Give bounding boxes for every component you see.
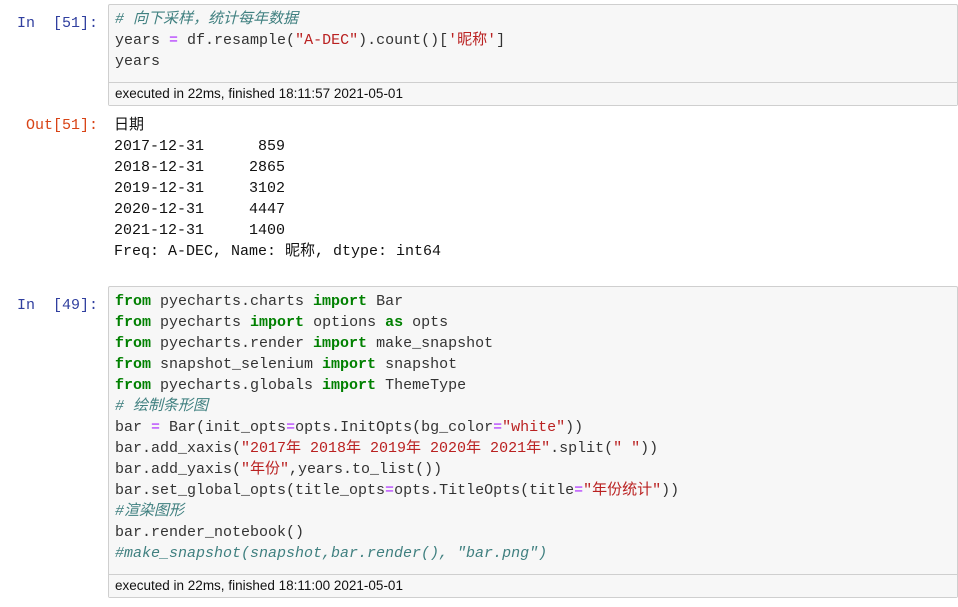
code-token: years <box>115 32 170 49</box>
output-line: Freq: A-DEC, Name: 昵称, dtype: int64 <box>114 243 442 260</box>
code-token: as <box>385 314 404 331</box>
code-token: import <box>322 356 377 373</box>
output-prompt: Out[51]: <box>25 117 98 134</box>
code-line: # 绘制条形图 <box>115 396 679 417</box>
code-line: from pyecharts.render import make_snapsh… <box>115 333 679 354</box>
code-token: opts <box>403 314 449 331</box>
code-token: snapshot_selenium <box>151 356 323 373</box>
code-line: from pyecharts.globals import ThemeType <box>115 375 679 396</box>
code-token: snapshot <box>376 356 458 373</box>
code-token: pyecharts.globals <box>151 377 323 394</box>
code-line: # 向下采样，统计每年数据 <box>115 9 505 30</box>
code-token: years <box>115 53 161 70</box>
cell-output: 日期 2017-12-31 859 2018-12-31 2865 2019-12-3… <box>114 115 441 262</box>
code-token: = <box>169 32 179 49</box>
code-token: Bar(init_opts <box>160 419 287 436</box>
code-token: import <box>313 335 368 352</box>
code-token: from <box>115 293 152 310</box>
code-token: = <box>151 419 161 436</box>
code-token: = <box>574 482 584 499</box>
code-line: bar.add_xaxis("2017年 2018年 2019年 2020年 2… <box>115 438 679 459</box>
code-token: pyecharts.charts <box>151 293 314 310</box>
code-token: ThemeType <box>376 377 467 394</box>
code-token: make_snapshot <box>367 335 494 352</box>
code-token: pyecharts.render <box>151 335 314 352</box>
code-token: opts.TitleOpts(title <box>394 482 575 499</box>
code-editor[interactable]: from pyecharts.charts import Bar from pye… <box>115 291 679 564</box>
output-line: 2020-12-31 4447 <box>114 201 286 218</box>
output-line: 2019-12-31 3102 <box>114 180 286 197</box>
code-line: bar = Bar(init_opts=opts.InitOpts(bg_col… <box>115 417 679 438</box>
code-token: # 向下采样，统计每年数据 <box>115 11 299 28</box>
code-token: import <box>313 293 368 310</box>
code-line: from pyecharts.charts import Bar <box>115 291 679 312</box>
code-token: from <box>115 377 152 394</box>
code-line: bar.render_notebook() <box>115 522 679 543</box>
output-line: 2017-12-31 859 <box>114 138 286 155</box>
execution-info: executed in 22ms, finished 18:11:00 2021… <box>109 574 957 597</box>
code-token: bar.add_yaxis( <box>115 461 242 478</box>
code-token: ] <box>496 32 506 49</box>
code-token: bar.add_xaxis( <box>115 440 242 457</box>
code-line: from snapshot_selenium import snapshot <box>115 354 679 375</box>
code-token: = <box>385 482 395 499</box>
code-cell-input[interactable]: from pyecharts.charts import Bar from pye… <box>108 286 958 598</box>
code-line: years <box>115 51 505 72</box>
code-token: bar.render_notebook() <box>115 524 305 541</box>
input-prompt: In [51]: <box>16 15 98 32</box>
code-token: = <box>286 419 296 436</box>
code-token: from <box>115 356 152 373</box>
code-token: import <box>322 377 377 394</box>
code-token: "2017年 2018年 2019年 2020年 2021年" <box>241 440 551 457</box>
code-token: Bar <box>367 293 404 310</box>
output-line: 2018-12-31 2865 <box>114 159 286 176</box>
code-line: bar.set_global_opts(title_opts=opts.Titl… <box>115 480 679 501</box>
code-line: bar.add_yaxis("年份",years.to_list()) <box>115 459 679 480</box>
code-token: ,years.to_list()) <box>289 461 443 478</box>
code-token: from <box>115 314 152 331</box>
code-token: df.resample( <box>178 32 296 49</box>
code-token: #make_snapshot(snapshot,bar.render(), "b… <box>115 545 548 562</box>
code-token: bar <box>115 419 152 436</box>
code-token: "white" <box>502 419 566 436</box>
output-line: 2021-12-31 1400 <box>114 222 286 239</box>
code-token: "年份" <box>241 461 290 478</box>
code-token: " " <box>613 440 641 457</box>
code-token: # 绘制条形图 <box>115 398 209 415</box>
code-editor[interactable]: # 向下采样，统计每年数据 years = df.resample("A-DEC"… <box>115 9 505 72</box>
code-token: "A-DEC" <box>295 32 359 49</box>
code-token: #渲染图形 <box>115 503 185 520</box>
code-token: bar.set_global_opts(title_opts <box>115 482 386 499</box>
output-line: 日期 <box>114 117 145 134</box>
code-token: = <box>493 419 503 436</box>
code-line: years = df.resample("A-DEC").count()['昵称… <box>115 30 505 51</box>
code-token: '昵称' <box>448 32 497 49</box>
code-token: ).count()[ <box>358 32 449 49</box>
code-cell-input[interactable]: # 向下采样，统计每年数据 years = df.resample("A-DEC"… <box>108 4 958 106</box>
code-token: )) <box>661 482 680 499</box>
code-token: pyecharts <box>151 314 251 331</box>
code-line: #make_snapshot(snapshot,bar.render(), "b… <box>115 543 679 564</box>
code-token: import <box>250 314 305 331</box>
code-token: from <box>115 335 152 352</box>
code-token: )) <box>640 440 659 457</box>
code-token: .split( <box>550 440 614 457</box>
input-prompt: In [49]: <box>16 297 98 314</box>
execution-info: executed in 22ms, finished 18:11:57 2021… <box>109 82 957 105</box>
code-token: "年份统计" <box>583 482 662 499</box>
code-token: )) <box>565 419 584 436</box>
code-token: options <box>304 314 386 331</box>
code-line: #渲染图形 <box>115 501 679 522</box>
code-token: opts.InitOpts(bg_color <box>295 419 494 436</box>
code-line: from pyecharts import options as opts <box>115 312 679 333</box>
